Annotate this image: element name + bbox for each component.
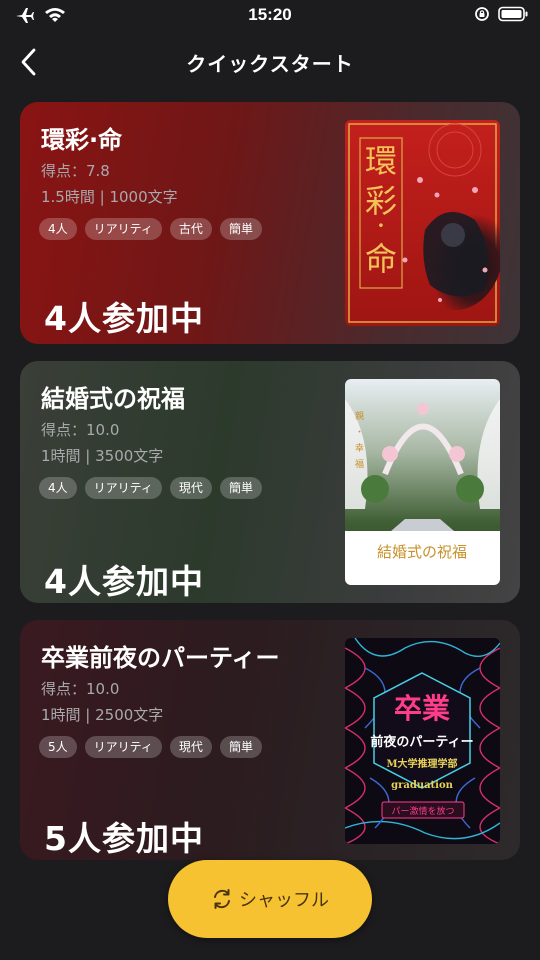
cover-subtitle: 前夜のパーティー	[370, 734, 473, 750]
players-count: 4人参加中	[44, 562, 204, 601]
card-score: 得点：7.8	[41, 162, 110, 180]
svg-text:・: ・	[355, 428, 364, 438]
tag: 現代	[169, 736, 212, 758]
svg-text:親: 親	[355, 410, 364, 422]
tag: 4人	[39, 477, 77, 499]
svg-text:幸: 幸	[355, 443, 364, 454]
cover-image: 親 ・ 幸 福 結婚式の祝福	[345, 379, 500, 585]
cover-tagline: パー激情を放つ	[391, 805, 454, 817]
players-count: 4人参加中	[44, 299, 204, 338]
card-title: 卒業前夜のパーティー	[41, 644, 280, 672]
card-score: 得点：10.0	[41, 421, 120, 439]
shuffle-label: シャッフル	[239, 890, 329, 911]
card-score: 得点：10.0	[41, 680, 120, 698]
status-right-icons	[474, 6, 528, 26]
players-count: 5人参加中	[44, 819, 204, 858]
tag: 5人	[39, 736, 77, 758]
cover-title: 結婚式の祝福	[377, 543, 467, 561]
battery-icon	[498, 6, 528, 26]
cover-image: 環 彩 · 命	[345, 120, 500, 326]
cover-title-char: 環	[365, 142, 397, 180]
svg-text:福: 福	[355, 458, 364, 470]
cover-school: M大学推理学部	[386, 757, 457, 770]
tag-list: 4人 リアリティ 現代 簡単	[39, 477, 262, 499]
status-bar: 15:20	[0, 0, 540, 32]
cover-graduation: graduation	[391, 780, 454, 791]
scenario-card-2[interactable]: 結婚式の祝福 得点：10.0 1時間 | 3500文字 4人 リアリティ 現代 …	[20, 361, 520, 603]
cover-title-char: ·	[377, 209, 386, 242]
page-title: クイックスタート	[186, 52, 354, 76]
scenario-card-1[interactable]: 環彩·命 得点：7.8 1.5時間 | 1000文字 4人 リアリティ 古代 簡…	[20, 102, 520, 344]
card-title: 環彩·命	[41, 126, 123, 154]
card-meta: 1.5時間 | 1000文字	[41, 188, 178, 206]
tag: 現代	[169, 477, 212, 499]
card-title: 結婚式の祝福	[41, 385, 185, 413]
cover-title-main: 卒業	[394, 692, 450, 725]
tag: 4人	[39, 218, 77, 240]
tag-list: 5人 リアリティ 現代 簡単	[39, 736, 262, 758]
tag: リアリティ	[84, 736, 162, 758]
tag: 古代	[169, 218, 212, 240]
orientation-lock-icon	[474, 6, 490, 26]
cover-image: 卒業 前夜のパーティー M大学推理学部 graduation パー激情を放つ	[345, 638, 500, 844]
header: クイックスタート	[0, 40, 540, 84]
refresh-icon	[214, 889, 230, 909]
shuffle-button[interactable]: シャッフル	[168, 860, 372, 938]
tag: 簡単	[219, 218, 262, 240]
card-meta: 1時間 | 2500文字	[41, 706, 164, 724]
tag: 簡単	[219, 477, 262, 499]
tag: リアリティ	[84, 218, 162, 240]
tag: リアリティ	[84, 477, 162, 499]
status-time: 15:20	[248, 5, 292, 24]
tag: 簡単	[219, 736, 262, 758]
card-meta: 1時間 | 3500文字	[41, 447, 164, 465]
tag-list: 4人 リアリティ 古代 簡単	[39, 218, 262, 240]
scenario-card-3[interactable]: 卒業前夜のパーティー 得点：10.0 1時間 | 2500文字 5人 リアリティ…	[20, 620, 520, 860]
cover-title-char: 命	[365, 240, 397, 278]
